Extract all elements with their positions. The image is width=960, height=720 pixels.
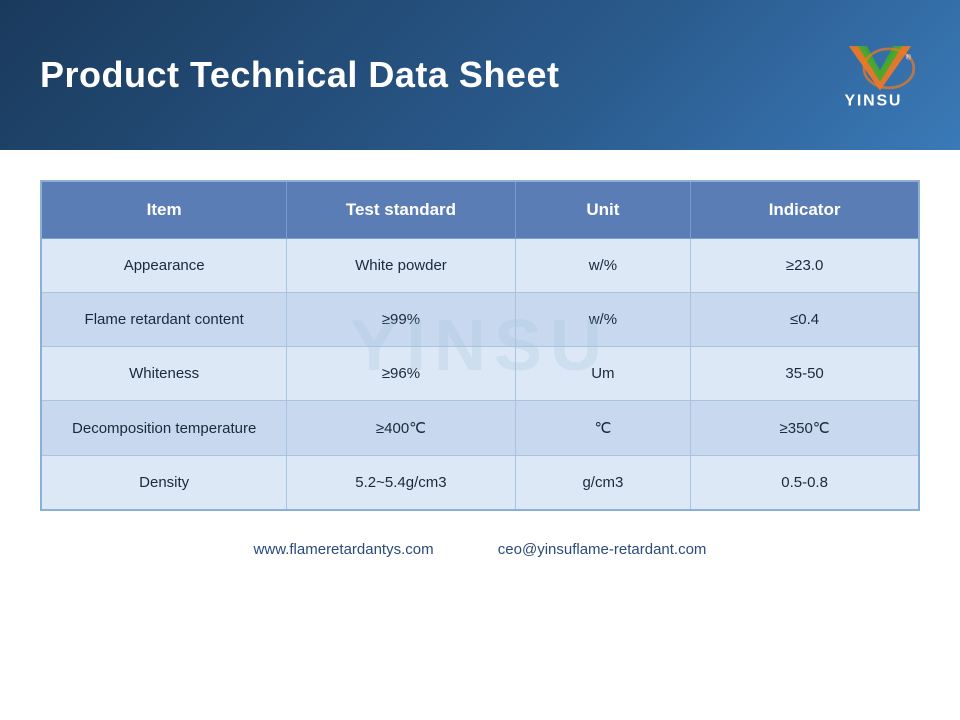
cell-item: Whiteness xyxy=(41,347,287,401)
footer-email: ceo@yinsuflame-retardant.com xyxy=(498,541,707,558)
col-header-item: Item xyxy=(41,181,287,239)
cell-test: ≥99% xyxy=(287,293,515,347)
cell-unit: ℃ xyxy=(515,401,691,456)
cell-test: ≥96% xyxy=(287,347,515,401)
table-row: Decomposition temperature≥400℃℃≥350℃ xyxy=(41,401,919,456)
cell-test: 5.2~5.4g/cm3 xyxy=(287,456,515,511)
cell-unit: w/% xyxy=(515,293,691,347)
svg-text:®: ® xyxy=(906,53,912,61)
cell-item: Density xyxy=(41,456,287,511)
logo-container: YINSU ® xyxy=(840,40,920,110)
footer-website: www.flameretardantys.com xyxy=(254,541,434,558)
cell-item: Decomposition temperature xyxy=(41,401,287,456)
cell-item: Appearance xyxy=(41,239,287,293)
col-header-test: Test standard xyxy=(287,181,515,239)
page-title: Product Technical Data Sheet xyxy=(40,54,559,96)
table-wrapper: YINSU Item Test standard Unit Indicator … xyxy=(40,180,920,511)
cell-unit: w/% xyxy=(515,239,691,293)
footer: www.flameretardantys.com ceo@yinsuflame-… xyxy=(40,541,920,558)
svg-text:YINSU: YINSU xyxy=(844,93,902,110)
cell-test: White powder xyxy=(287,239,515,293)
cell-indicator: 35-50 xyxy=(691,347,919,401)
cell-test: ≥400℃ xyxy=(287,401,515,456)
cell-indicator: ≥350℃ xyxy=(691,401,919,456)
table-row: Flame retardant content≥99%w/%≤0.4 xyxy=(41,293,919,347)
table-row: Density5.2~5.4g/cm3g/cm30.5-0.8 xyxy=(41,456,919,511)
cell-indicator: 0.5-0.8 xyxy=(691,456,919,511)
cell-indicator: ≥23.0 xyxy=(691,239,919,293)
table-header-row: Item Test standard Unit Indicator xyxy=(41,181,919,239)
cell-item: Flame retardant content xyxy=(41,293,287,347)
cell-unit: g/cm3 xyxy=(515,456,691,511)
main-content: YINSU Item Test standard Unit Indicator … xyxy=(0,150,960,578)
table-row: Whiteness≥96%Um35-50 xyxy=(41,347,919,401)
yinsu-logo: YINSU ® xyxy=(840,40,920,110)
cell-indicator: ≤0.4 xyxy=(691,293,919,347)
header: Product Technical Data Sheet YINSU ® xyxy=(0,0,960,150)
table-row: AppearanceWhite powderw/%≥23.0 xyxy=(41,239,919,293)
col-header-unit: Unit xyxy=(515,181,691,239)
data-table: Item Test standard Unit Indicator Appear… xyxy=(40,180,920,511)
cell-unit: Um xyxy=(515,347,691,401)
col-header-indicator: Indicator xyxy=(691,181,919,239)
